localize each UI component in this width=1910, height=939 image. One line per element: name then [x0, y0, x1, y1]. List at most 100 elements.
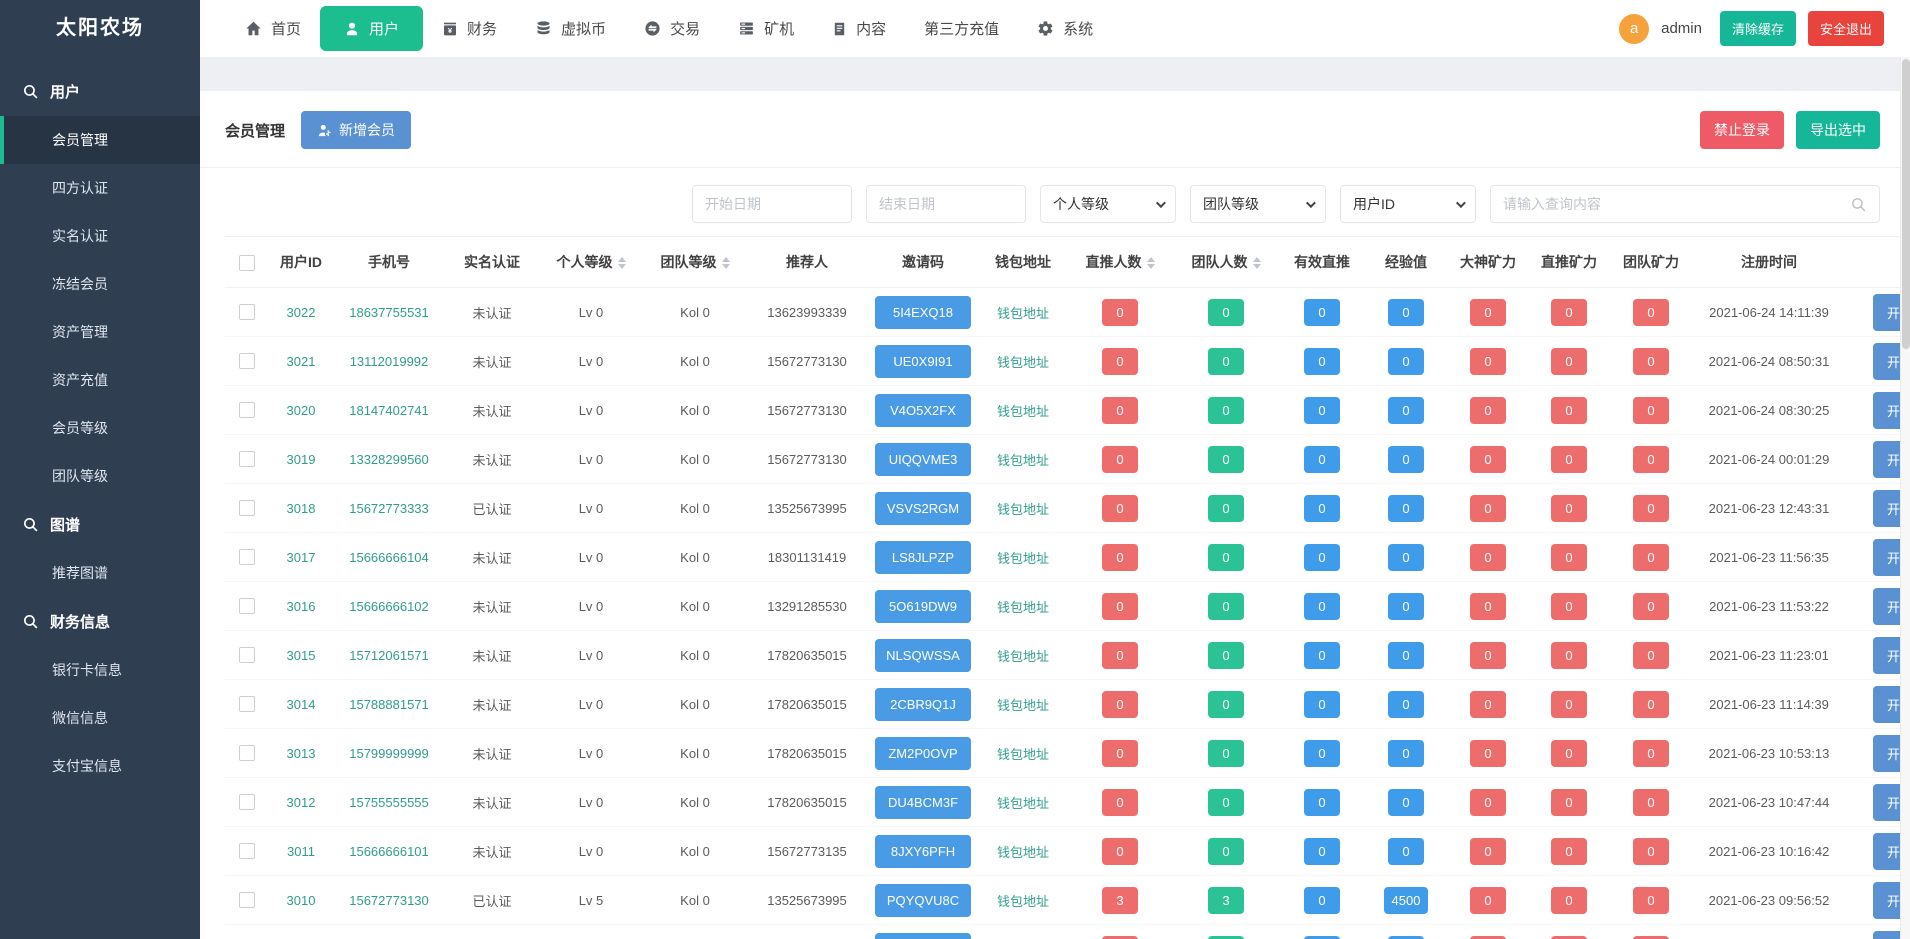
- phone-link[interactable]: 15799999999: [349, 746, 429, 761]
- row-checkbox[interactable]: [239, 843, 255, 859]
- row-checkbox[interactable]: [239, 892, 255, 908]
- invite-code-button[interactable]: 5I4EXQ18: [875, 296, 971, 329]
- user-id-link[interactable]: 3019: [287, 452, 316, 467]
- sidebar-section-title[interactable]: 用户: [0, 67, 200, 116]
- search-input[interactable]: [1490, 185, 1880, 223]
- sidebar-item[interactable]: 资产管理: [0, 308, 200, 356]
- column-header[interactable]: 团队等级: [643, 237, 747, 288]
- avatar[interactable]: a: [1619, 14, 1649, 44]
- sidebar-item[interactable]: 会员管理: [0, 116, 200, 164]
- phone-link[interactable]: 15755555555: [349, 795, 429, 810]
- nav-item[interactable]: ¥财务: [423, 8, 516, 49]
- wallet-address-link[interactable]: 钱包地址: [997, 747, 1049, 762]
- wallet-address-link[interactable]: 钱包地址: [997, 551, 1049, 566]
- export-selected-button[interactable]: 导出选中: [1796, 111, 1880, 149]
- wallet-address-link[interactable]: 钱包地址: [997, 796, 1049, 811]
- invite-code-button[interactable]: NLSQWSSA: [875, 639, 971, 672]
- invite-code-button[interactable]: UE0X9I91: [875, 345, 971, 378]
- search-field-select[interactable]: 用户ID: [1340, 185, 1476, 223]
- invite-code-button[interactable]: K2HLH20J: [875, 933, 971, 939]
- phone-link[interactable]: 15788881571: [349, 697, 429, 712]
- phone-link[interactable]: 15672773130: [349, 893, 429, 908]
- phone-link[interactable]: 15712061571: [349, 648, 429, 663]
- phone-link[interactable]: 15666666101: [349, 844, 429, 859]
- start-date-input[interactable]: [692, 185, 852, 223]
- logout-button[interactable]: 安全退出: [1808, 11, 1884, 46]
- sort-arrows-icon[interactable]: [722, 257, 730, 269]
- personal-level-select[interactable]: 个人等级: [1040, 185, 1176, 223]
- sidebar-item[interactable]: 银行卡信息: [0, 646, 200, 694]
- phone-link[interactable]: 18637755531: [349, 305, 429, 320]
- invite-code-button[interactable]: 5O619DW9: [875, 590, 971, 623]
- sidebar-item[interactable]: 微信信息: [0, 694, 200, 742]
- row-checkbox[interactable]: [239, 353, 255, 369]
- phone-link[interactable]: 15672773333: [349, 501, 429, 516]
- invite-code-button[interactable]: LS8JLPZP: [875, 541, 971, 574]
- sidebar-item[interactable]: 冻结会员: [0, 260, 200, 308]
- select-all-checkbox[interactable]: [239, 255, 255, 271]
- sort-arrows-icon[interactable]: [618, 257, 626, 269]
- wallet-address-link[interactable]: 钱包地址: [997, 502, 1049, 517]
- sidebar-item[interactable]: 团队等级: [0, 452, 200, 500]
- nav-item[interactable]: 内容: [813, 8, 905, 49]
- sidebar-section-title[interactable]: 图谱: [0, 500, 200, 549]
- phone-link[interactable]: 15666666102: [349, 599, 429, 614]
- column-header[interactable]: 团队人数: [1173, 237, 1279, 288]
- wallet-address-link[interactable]: 钱包地址: [997, 600, 1049, 615]
- invite-code-button[interactable]: V4O5X2FX: [875, 394, 971, 427]
- user-id-link[interactable]: 3021: [287, 354, 316, 369]
- sort-arrows-icon[interactable]: [1147, 257, 1155, 269]
- phone-link[interactable]: 13112019992: [350, 354, 429, 369]
- invite-code-button[interactable]: 8JXY6PFH: [875, 835, 971, 868]
- nav-item[interactable]: 交易: [625, 8, 719, 49]
- invite-code-button[interactable]: 2CBR9Q1J: [875, 688, 971, 721]
- sidebar-item[interactable]: 支付宝信息: [0, 742, 200, 790]
- invite-code-button[interactable]: DU4BCM3F: [875, 786, 971, 819]
- row-checkbox[interactable]: [239, 696, 255, 712]
- wallet-address-link[interactable]: 钱包地址: [997, 453, 1049, 468]
- nav-item[interactable]: 虚拟币: [516, 8, 625, 49]
- wallet-address-link[interactable]: 钱包地址: [997, 649, 1049, 664]
- user-id-link[interactable]: 3012: [287, 795, 316, 810]
- sidebar-item[interactable]: 资产充值: [0, 356, 200, 404]
- phone-link[interactable]: 18147402741: [349, 403, 429, 418]
- sidebar-item[interactable]: 实名认证: [0, 212, 200, 260]
- user-id-link[interactable]: 3013: [287, 746, 316, 761]
- row-checkbox[interactable]: [239, 549, 255, 565]
- wallet-address-link[interactable]: 钱包地址: [997, 845, 1049, 860]
- user-id-link[interactable]: 3018: [287, 501, 316, 516]
- wallet-address-link[interactable]: 钱包地址: [997, 698, 1049, 713]
- column-header[interactable]: 个人等级: [539, 237, 643, 288]
- phone-link[interactable]: 13328299560: [349, 452, 429, 467]
- nav-item[interactable]: 矿机: [719, 8, 813, 49]
- invite-code-button[interactable]: ZM2P0OVP: [875, 737, 971, 770]
- sidebar-item[interactable]: 四方认证: [0, 164, 200, 212]
- sidebar-item[interactable]: 推荐图谱: [0, 549, 200, 597]
- row-checkbox[interactable]: [239, 647, 255, 663]
- phone-link[interactable]: 15666666104: [349, 550, 429, 565]
- team-level-select[interactable]: 团队等级: [1190, 185, 1326, 223]
- row-checkbox[interactable]: [239, 500, 255, 516]
- sidebar-item[interactable]: 会员等级: [0, 404, 200, 452]
- nav-item[interactable]: 首页: [226, 8, 320, 49]
- add-member-button[interactable]: 新增会员: [301, 111, 411, 149]
- row-checkbox[interactable]: [239, 402, 255, 418]
- end-date-input[interactable]: [866, 185, 1026, 223]
- row-checkbox[interactable]: [239, 745, 255, 761]
- invite-code-button[interactable]: PQYQVU8C: [875, 884, 971, 917]
- row-checkbox[interactable]: [239, 304, 255, 320]
- ban-login-button[interactable]: 禁止登录: [1700, 111, 1784, 149]
- search-icon[interactable]: [1850, 196, 1867, 213]
- nav-item[interactable]: 系统: [1018, 8, 1112, 49]
- user-id-link[interactable]: 3015: [287, 648, 316, 663]
- user-id-link[interactable]: 3017: [287, 550, 316, 565]
- row-checkbox[interactable]: [239, 598, 255, 614]
- sort-arrows-icon[interactable]: [1253, 257, 1261, 269]
- page-scrollbar[interactable]: [1900, 57, 1910, 939]
- user-id-link[interactable]: 3014: [287, 697, 316, 712]
- user-id-link[interactable]: 3020: [287, 403, 316, 418]
- wallet-address-link[interactable]: 钱包地址: [997, 355, 1049, 370]
- invite-code-button[interactable]: UIQQVME3: [875, 443, 971, 476]
- user-id-link[interactable]: 3011: [287, 844, 315, 859]
- user-id-link[interactable]: 3010: [287, 893, 316, 908]
